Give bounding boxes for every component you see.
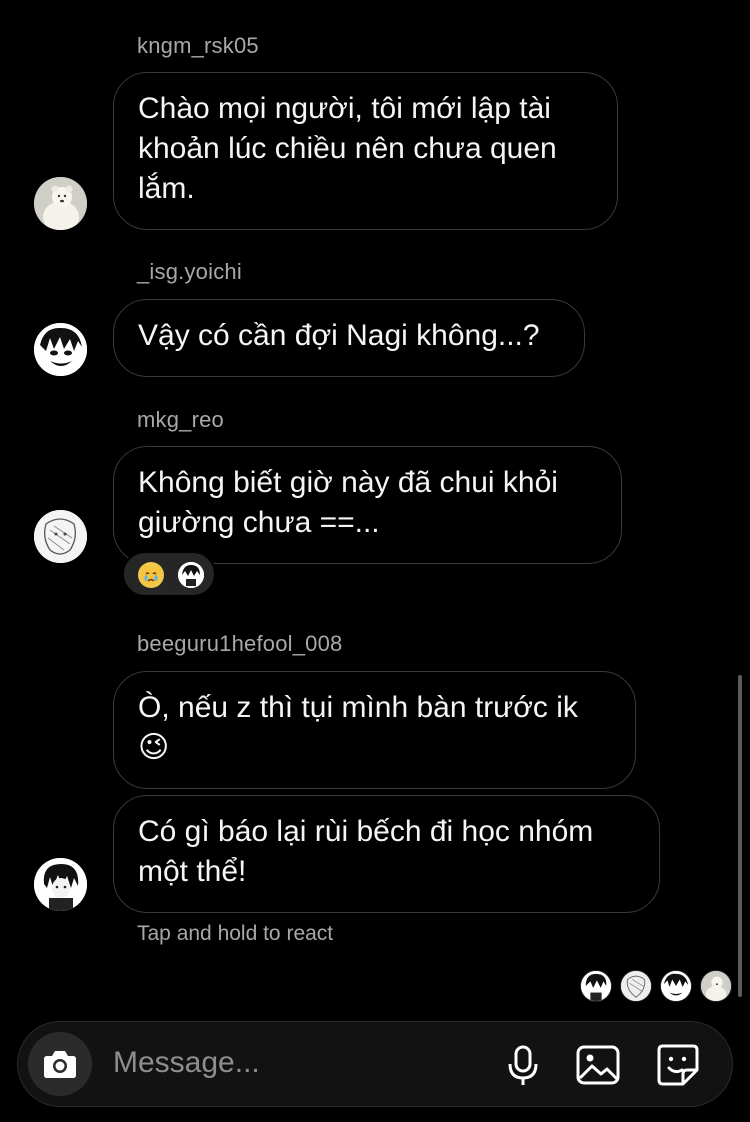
message-text: Ò, nếu z thì tụi mình bàn trước ik xyxy=(138,691,578,724)
avatar-dark-hair[interactable] xyxy=(34,858,87,911)
scrollbar[interactable] xyxy=(738,675,742,997)
message-text: một thể! xyxy=(138,855,247,888)
message-text: Vậy có cần đợi Nagi không...? xyxy=(138,319,540,352)
wink-emoji: 😉 xyxy=(138,731,170,764)
camera-icon xyxy=(44,1051,76,1078)
message-text: lắm. xyxy=(138,172,195,205)
sender-username[interactable]: kngm_rsk05 xyxy=(137,33,259,59)
message-text: giường chưa ==... xyxy=(138,506,380,539)
avatar-polar-bear[interactable] xyxy=(34,177,87,230)
seen-avatar-polar-bear-icon xyxy=(700,970,732,1002)
message-composer: Message... xyxy=(17,1021,733,1107)
message-bubble[interactable]: Vậy có cần đợi Nagi không...? xyxy=(113,299,585,377)
sender-username[interactable]: mkg_reo xyxy=(137,407,224,433)
message-text: Không biết giờ này đã chui khỏi xyxy=(138,466,558,499)
seen-avatar-dark-hair-icon xyxy=(580,970,612,1002)
message-bubble[interactable]: Ò, nếu z thì tụi mình bàn trước ik 😉 xyxy=(113,671,636,789)
message-bubble[interactable]: Có gì báo lại rùi bếch đi học nhóm một t… xyxy=(113,795,660,913)
avatar-manga-face[interactable] xyxy=(34,323,87,376)
microphone-button[interactable] xyxy=(500,1042,546,1088)
reactor-avatar-icon xyxy=(178,562,204,588)
message-text: Chào mọi người, tôi mới lập tài xyxy=(138,92,551,125)
seen-avatar-manga-face-icon xyxy=(660,970,692,1002)
sticker-icon xyxy=(657,1044,699,1086)
polar-bear-icon xyxy=(34,177,87,230)
sketch-portrait-icon xyxy=(34,510,87,563)
crying-cat-emoji-icon xyxy=(138,562,164,588)
reactions-pill[interactable] xyxy=(122,551,216,597)
message-bubble[interactable]: Chào mọi người, tôi mới lập tài khoản lú… xyxy=(113,72,618,230)
sender-username[interactable]: _isg.yoichi xyxy=(137,259,242,285)
message-text: khoản lúc chiều nên chưa quen xyxy=(138,132,557,165)
microphone-icon xyxy=(508,1045,538,1085)
sender-username[interactable]: beeguru1hefool_008 xyxy=(137,631,342,657)
manga-face-icon xyxy=(34,323,87,376)
dark-hair-character-icon xyxy=(34,858,87,911)
gallery-button[interactable] xyxy=(575,1042,621,1088)
camera-button[interactable] xyxy=(28,1032,92,1096)
tap-hold-hint: Tap and hold to react xyxy=(137,922,334,945)
message-bubble[interactable]: Không biết giờ này đã chui khỏi giường c… xyxy=(113,446,622,564)
message-input[interactable]: Message... xyxy=(113,1046,260,1080)
avatar-sketch[interactable] xyxy=(34,510,87,563)
gallery-icon xyxy=(576,1045,620,1085)
sticker-button[interactable] xyxy=(655,1042,701,1088)
message-text: Có gì báo lại rùi bếch đi học nhóm xyxy=(138,815,594,848)
seen-avatar-sketch-icon xyxy=(620,970,652,1002)
